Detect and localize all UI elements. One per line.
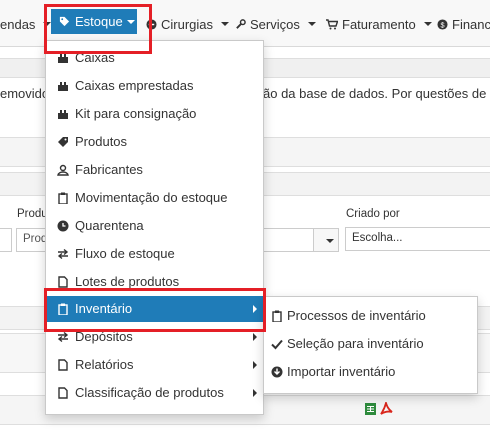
nav-servicos[interactable]: Serviços bbox=[235, 16, 316, 32]
nav-faturamento-label: Faturamento bbox=[342, 16, 416, 32]
nav-cirurgias[interactable]: Cirurgias bbox=[146, 16, 230, 32]
menu-item-classificacao[interactable]: Classificação de produtos bbox=[46, 380, 263, 406]
menu-item-caixas[interactable]: Caixas bbox=[46, 45, 263, 71]
submenu-item-importar[interactable]: Importar inventário bbox=[264, 358, 477, 384]
menu-item-label: Depósitos bbox=[75, 329, 133, 344]
clipboard-icon bbox=[272, 310, 282, 322]
menu-item-fluxo-estoque[interactable]: Fluxo de estoque bbox=[46, 241, 263, 267]
filter-select-button[interactable] bbox=[313, 228, 339, 252]
chevron-down-icon bbox=[126, 19, 135, 24]
submenu-item-label: Seleção para inventário bbox=[287, 336, 424, 351]
chevron-down-icon bbox=[221, 22, 230, 26]
nav-faturamento[interactable]: Faturamento bbox=[326, 16, 432, 32]
menu-item-label: Kit para consignação bbox=[75, 106, 197, 121]
menu-item-caixas-emprestadas[interactable]: Caixas emprestadas bbox=[46, 73, 263, 99]
submenu-item-processos[interactable]: Processos de inventário bbox=[264, 302, 477, 328]
file-icon bbox=[58, 276, 68, 288]
menu-item-lotes[interactable]: Lotes de produtos bbox=[46, 269, 263, 295]
nav-vendas-label: endas bbox=[0, 16, 36, 32]
nav-estoque-label: Estoque bbox=[75, 14, 123, 29]
menu-item-label: Fabricantes bbox=[75, 162, 143, 177]
clock-icon bbox=[57, 220, 69, 232]
check-icon bbox=[271, 339, 283, 350]
exchange-icon bbox=[57, 248, 69, 260]
exchange-icon bbox=[57, 331, 69, 343]
filter-input-left[interactable] bbox=[0, 228, 12, 252]
menu-item-label: Produtos bbox=[75, 134, 128, 149]
nav-cirurgias-label: Cirurgias bbox=[161, 16, 214, 32]
menu-item-depositos[interactable]: Depósitos bbox=[46, 324, 263, 350]
nav-vendas[interactable]: endas bbox=[0, 16, 52, 32]
notice-text-right: ão da base de dados. Por questões de bbox=[263, 86, 487, 101]
menu-item-inventario[interactable]: Inventário bbox=[46, 296, 263, 322]
menu-item-label: Inventário bbox=[75, 301, 133, 316]
submenu-item-label: Importar inventário bbox=[287, 364, 396, 379]
chevron-down-icon bbox=[307, 22, 316, 26]
submenu-item-label: Processos de inventário bbox=[287, 308, 426, 323]
inventario-submenu: Processos de inventário Seleção para inv… bbox=[263, 296, 478, 394]
box-icon bbox=[58, 54, 68, 63]
menu-item-label: Quarentena bbox=[75, 218, 144, 233]
tag-icon bbox=[58, 137, 68, 147]
nav-servicos-label: Serviços bbox=[250, 16, 300, 32]
box-icon bbox=[58, 110, 68, 119]
excel-export-icon[interactable] bbox=[365, 403, 376, 415]
chevron-right-icon bbox=[253, 389, 257, 397]
file-icon bbox=[58, 359, 68, 371]
menu-item-label: Caixas emprestadas bbox=[75, 78, 194, 93]
menu-item-movimentacao[interactable]: Movimentação do estoque bbox=[46, 185, 263, 211]
menu-item-label: Relatórios bbox=[75, 357, 134, 372]
menu-item-label: Lotes de produtos bbox=[75, 274, 180, 289]
menu-item-label: Caixas bbox=[75, 50, 115, 65]
menu-item-relatorios[interactable]: Relatórios bbox=[46, 352, 263, 378]
chevron-right-icon bbox=[253, 305, 257, 313]
minus-circle-icon bbox=[146, 18, 157, 30]
download-icon bbox=[271, 366, 283, 378]
menu-item-fabricantes[interactable]: Fabricantes bbox=[46, 157, 263, 183]
menu-item-label: Fluxo de estoque bbox=[75, 246, 175, 261]
filter-select[interactable] bbox=[262, 228, 314, 252]
nav-estoque[interactable]: Estoque bbox=[51, 9, 137, 34]
clipboard-icon bbox=[58, 192, 68, 204]
estoque-dropdown-menu: Caixas Caixas emprestadas Kit para consi… bbox=[45, 40, 264, 415]
clipboard-icon bbox=[58, 303, 68, 315]
nav-financeiro[interactable]: $ Financ bbox=[437, 16, 490, 32]
dollar-icon: $ bbox=[437, 18, 448, 30]
tag-icon bbox=[59, 16, 70, 27]
nav-financeiro-label: Financ bbox=[452, 16, 490, 32]
criado-por-label: Criado por bbox=[346, 208, 400, 220]
chevron-right-icon bbox=[253, 361, 257, 369]
cart-icon bbox=[326, 18, 338, 29]
pdf-export-icon[interactable] bbox=[380, 399, 393, 416]
criado-por-select[interactable]: Escolha... bbox=[345, 227, 490, 251]
user-icon bbox=[57, 164, 69, 176]
menu-item-produtos[interactable]: Produtos bbox=[46, 129, 263, 155]
wrench-icon bbox=[236, 18, 246, 29]
chevron-down-icon bbox=[326, 239, 334, 243]
menu-item-kit-consignacao[interactable]: Kit para consignação bbox=[46, 101, 263, 127]
chevron-right-icon bbox=[253, 333, 257, 341]
svg-text:$: $ bbox=[440, 20, 444, 29]
menu-item-label: Movimentação do estoque bbox=[75, 190, 228, 205]
box-icon bbox=[58, 82, 68, 91]
menu-item-label: Classificação de produtos bbox=[75, 385, 224, 400]
chevron-down-icon bbox=[423, 22, 432, 26]
file-icon bbox=[58, 387, 68, 399]
submenu-item-selecao[interactable]: Seleção para inventário bbox=[264, 330, 477, 356]
menu-item-quarentena[interactable]: Quarentena bbox=[46, 213, 263, 239]
